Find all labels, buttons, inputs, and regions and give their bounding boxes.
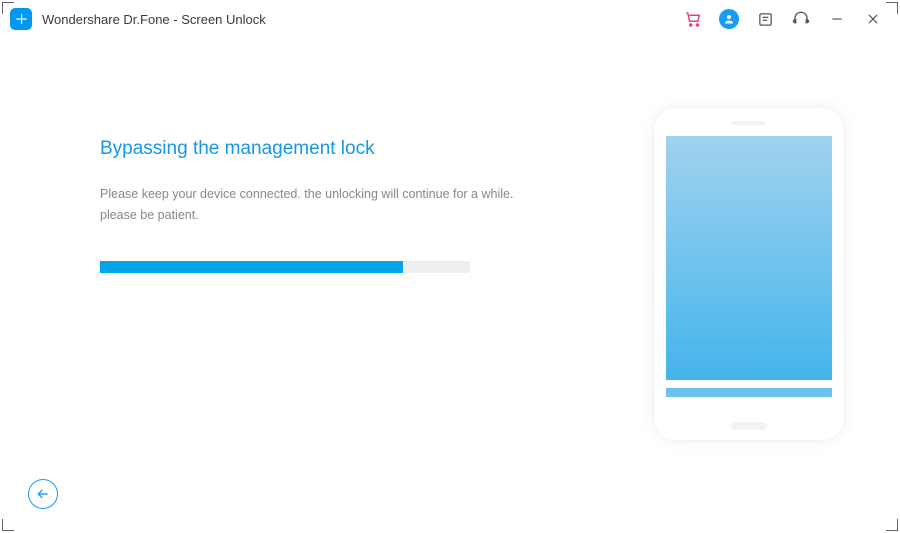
back-button[interactable] [28,479,58,509]
left-panel: Bypassing the management lock Please kee… [100,138,560,273]
phone-speaker [732,121,766,125]
progress-bar [100,261,470,273]
phone-screen [666,136,832,380]
status-heading: Bypassing the management lock [100,138,560,160]
phone-nav-band [666,388,832,397]
feedback-icon[interactable] [754,8,776,30]
progress-fill [100,261,403,273]
status-subtext: Please keep your device connected. the u… [100,184,560,227]
header-icons [682,8,890,30]
device-illustration [654,108,844,440]
titlebar: Wondershare Dr.Fone - Screen Unlock [0,0,900,38]
subtext-line2: please be patient. [100,208,199,222]
subtext-line1: Please keep your device connected. the u… [100,187,513,201]
app-title: Wondershare Dr.Fone - Screen Unlock [42,12,266,27]
user-icon[interactable] [718,8,740,30]
minimize-button[interactable] [826,8,848,30]
phone-body [654,108,844,440]
close-button[interactable] [862,8,884,30]
window-corner-tl [2,2,14,14]
cart-icon[interactable] [682,8,704,30]
window-corner-tr [886,2,898,14]
window-corner-bl [2,519,14,531]
phone-home-indicator [731,422,767,430]
window-corner-br [886,519,898,531]
support-icon[interactable] [790,8,812,30]
